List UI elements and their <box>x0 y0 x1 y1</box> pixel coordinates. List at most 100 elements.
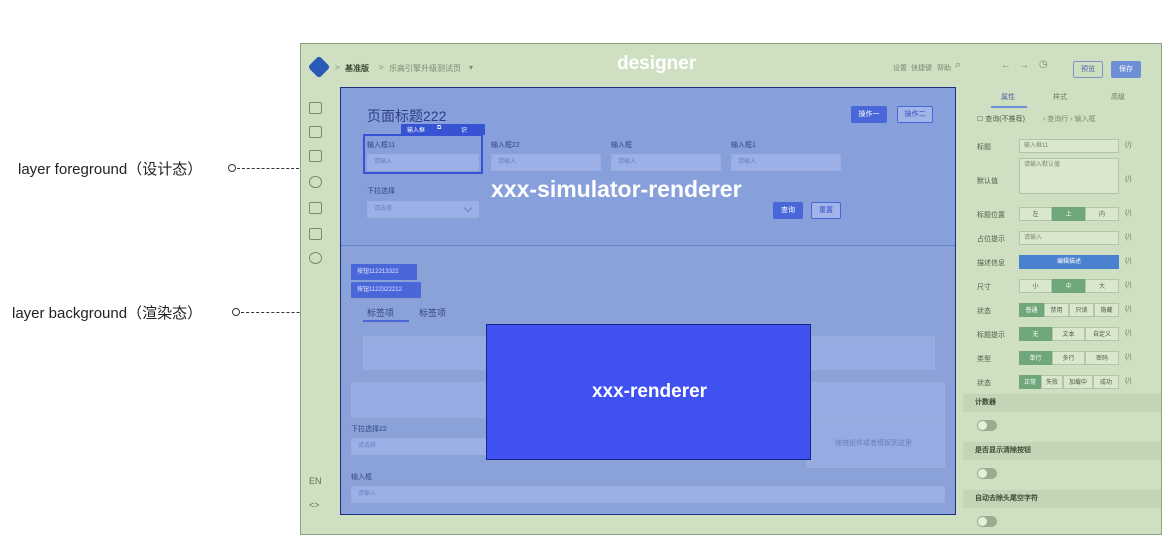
field-input[interactable]: 请输入 <box>731 154 841 171</box>
status-fail[interactable]: 失败 <box>1041 375 1063 389</box>
code-block-icon[interactable] <box>309 228 322 240</box>
breadcrumb-version[interactable]: 基准版 <box>345 63 369 74</box>
field-toolbar-label[interactable]: 输入框 <box>407 125 425 134</box>
save-button[interactable]: 保存 <box>1111 61 1141 78</box>
fx-toggle[interactable]: (/) <box>1125 306 1132 313</box>
fx-toggle[interactable]: (/) <box>1125 282 1132 289</box>
section-trim: 自动去除头尾空字符 <box>963 490 1161 508</box>
edit-description-button[interactable]: 编辑描述 <box>1019 255 1119 269</box>
undo-icon[interactable]: ← <box>1001 60 1011 71</box>
select22-label: 下拉选择22 <box>351 426 387 433</box>
simulator-form-area: 页面标题222 操作一 操作二 输入框 ⧉ 识 输入框11 请输入 输入框22 … <box>341 88 955 246</box>
status-normal[interactable]: 正常 <box>1019 375 1041 389</box>
page-title: 页面标题222 <box>367 108 447 124</box>
logo-icon <box>307 55 331 79</box>
label-position-top[interactable]: 上 <box>1052 207 1085 221</box>
chevron-down-icon[interactable]: ▾ <box>469 63 473 72</box>
tab-item[interactable]: 标签项 <box>367 306 394 319</box>
flow-icon[interactable] <box>309 202 322 214</box>
tab-properties[interactable]: 属性 <box>1001 92 1015 102</box>
preview-button[interactable]: 预览 <box>1073 61 1103 78</box>
tab-advanced[interactable]: 高级 <box>1111 92 1125 102</box>
trim-toggle[interactable] <box>977 516 997 527</box>
select-field[interactable]: 请选择 <box>367 201 479 218</box>
panel-checkbox-label: 查询(不推荐) <box>985 116 1025 123</box>
reset-button[interactable]: 重置 <box>811 202 841 219</box>
counter-toggle[interactable] <box>977 420 997 431</box>
fx-toggle[interactable]: (/) <box>1125 234 1132 241</box>
fx-toggle[interactable]: (/) <box>1125 354 1132 361</box>
label-default: 默认值 <box>977 178 998 185</box>
action-one-button[interactable]: 操作一 <box>851 106 887 123</box>
architecture-diagram: layer foreground（设计态） layer background（渲… <box>0 0 1175 558</box>
annotation-background-marker <box>232 308 240 316</box>
size-small[interactable]: 小 <box>1019 279 1052 293</box>
field-input[interactable]: 请输入 <box>611 154 721 171</box>
size-medium[interactable]: 中 <box>1052 279 1085 293</box>
panel-checkbox[interactable]: ☐ 查询(不推荐) <box>977 114 1025 124</box>
label-position-inside[interactable]: 内 <box>1085 207 1119 221</box>
bottom-input[interactable]: 请输入 <box>351 486 945 503</box>
label-position-left[interactable]: 左 <box>1019 207 1052 221</box>
code-icon[interactable]: <> <box>309 500 320 510</box>
field-input[interactable]: 请输入 <box>491 154 601 171</box>
default-textarea[interactable]: 请输入默认值 <box>1019 158 1119 194</box>
templates-icon[interactable] <box>309 150 322 162</box>
copy-icon[interactable]: ⧉ <box>437 125 441 132</box>
hint-text[interactable]: 文本 <box>1052 327 1085 341</box>
annotation-foreground-marker <box>228 164 236 172</box>
field-label: 输入框 <box>611 142 632 149</box>
label-title: 标题 <box>977 144 991 151</box>
fx-toggle[interactable]: (/) <box>1125 176 1132 183</box>
fx-toggle[interactable]: (/) <box>1125 378 1132 385</box>
fx-toggle[interactable]: (/) <box>1125 210 1132 217</box>
globe-icon[interactable] <box>309 252 322 264</box>
breadcrumb-page[interactable]: 乐高引擎升级测试页 <box>389 63 461 74</box>
field-toolbar-recognize[interactable]: 识 <box>461 125 467 134</box>
tab-style[interactable]: 样式 <box>1053 92 1067 102</box>
tab-item[interactable]: 标签项 <box>419 306 446 319</box>
fx-toggle[interactable]: (/) <box>1125 330 1132 337</box>
type-single-line[interactable]: 单行 <box>1019 351 1052 365</box>
components-icon[interactable] <box>309 126 322 138</box>
hint-none[interactable]: 无 <box>1019 327 1052 341</box>
breadcrumb-separator: > <box>379 63 384 72</box>
type-password[interactable]: 密码 <box>1085 351 1119 365</box>
fx-toggle[interactable]: (/) <box>1125 258 1132 265</box>
label-label-position: 标题位置 <box>977 212 1005 219</box>
action-two-button[interactable]: 操作二 <box>897 106 933 123</box>
button-tag[interactable]: 按钮112213322 <box>351 264 417 280</box>
field-input[interactable]: 请输入 <box>367 154 479 171</box>
toolbar-shortcuts[interactable]: 快捷键 <box>911 63 932 73</box>
state-disabled[interactable]: 禁用 <box>1044 303 1069 317</box>
toolbar-help[interactable]: 帮助 <box>937 63 951 73</box>
status-loading[interactable]: 加载中 <box>1063 375 1093 389</box>
query-button[interactable]: 查询 <box>773 202 803 219</box>
redo-icon[interactable]: → <box>1019 60 1029 71</box>
panel-crumb: › 查询行 › 输入框 <box>1043 116 1096 123</box>
panel-crumb-row: 查询行 <box>1047 116 1069 123</box>
select22-field[interactable]: 请选择 <box>351 438 489 455</box>
title-input[interactable]: 输入框11 <box>1019 139 1119 153</box>
status-success[interactable]: 成功 <box>1093 375 1119 389</box>
state-hidden[interactable]: 隐藏 <box>1094 303 1119 317</box>
drop-zone-hint: 拖拽组件或者模板到这里 <box>835 440 912 447</box>
button-tag[interactable]: 按钮1122322212 <box>351 282 421 298</box>
history-icon[interactable]: ◷ <box>1039 59 1048 70</box>
outline-icon[interactable] <box>309 102 322 114</box>
state-normal[interactable]: 普通 <box>1019 303 1044 317</box>
language-toggle[interactable]: EN <box>309 476 322 486</box>
placeholder-input[interactable]: 请输入 <box>1019 231 1119 245</box>
label-state: 状态 <box>977 308 991 315</box>
data-source-icon[interactable] <box>309 176 322 188</box>
type-multi-line[interactable]: 多行 <box>1052 351 1085 365</box>
size-large[interactable]: 大 <box>1085 279 1119 293</box>
toolbar-settings[interactable]: 设置 <box>893 63 907 73</box>
select-label: 下拉选择 <box>367 188 395 195</box>
fx-toggle[interactable]: (/) <box>1125 142 1132 149</box>
bottom-input-label: 输入框 <box>351 474 372 481</box>
state-readonly[interactable]: 只读 <box>1069 303 1094 317</box>
hint-custom[interactable]: 自定义 <box>1085 327 1119 341</box>
search-icon[interactable]: ⌕ <box>955 59 961 72</box>
show-clear-toggle[interactable] <box>977 468 997 479</box>
